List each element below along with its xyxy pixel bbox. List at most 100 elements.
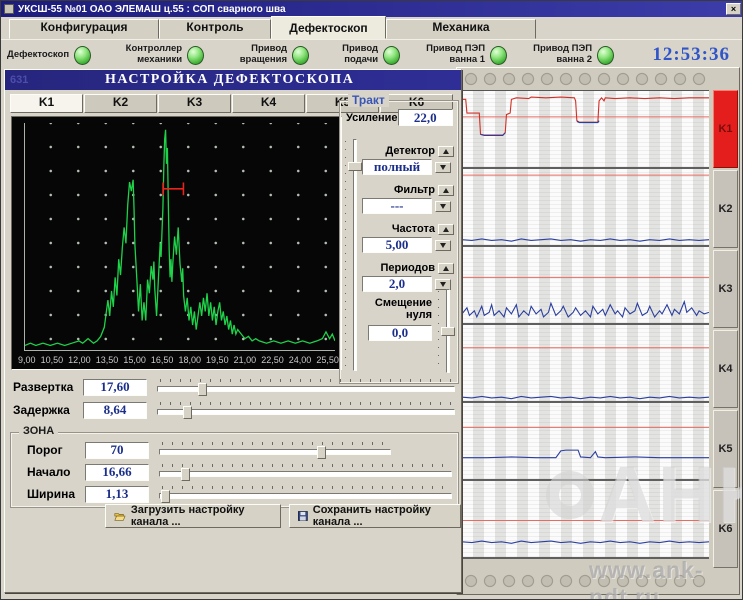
clock: 12:53:36 xyxy=(652,44,738,66)
tab-контроль[interactable]: Контроль xyxy=(159,19,271,39)
delay-label: Задержка xyxy=(13,403,83,417)
status-indicator: Привод ПЭП ванна 2 xyxy=(528,44,614,66)
ascan-x-tick-label: 16,50 xyxy=(151,355,174,367)
tab-дефектоскоп[interactable]: Дефектоскоп xyxy=(271,16,386,39)
gain-label: Усиление xyxy=(346,112,398,124)
ascan-x-tick-label: 13,50 xyxy=(96,355,119,367)
strip-trace-k4 xyxy=(462,325,709,401)
status-indicator-label: Привод подачи xyxy=(330,44,378,66)
channel-tab-k1[interactable]: K1 xyxy=(10,94,83,113)
zone-width-slider[interactable] xyxy=(159,486,452,503)
spin-down-icon[interactable] xyxy=(435,201,451,212)
window-title: УКСШ-55 №01 ОАО ЭЛЕМАШ ц.55 : СОП сварно… xyxy=(18,4,286,15)
ascan-x-tick-label: 21,00 xyxy=(234,355,257,367)
tab-конфигурация[interactable]: Конфигурация xyxy=(9,19,159,39)
zone-width-value[interactable]: 1,13 xyxy=(85,486,149,503)
strip-trace-k3 xyxy=(462,247,709,323)
ascan-display: 9,0010,5012,0013,5015,0016,5018,0019,502… xyxy=(11,116,342,370)
window-titlebar: УКСШ-55 №01 ОАО ЭЛЕМАШ ц.55 : СОП сварно… xyxy=(1,1,743,17)
channel-button-k1[interactable]: K1 xyxy=(713,90,738,168)
strip-k4 xyxy=(462,325,709,403)
ascan-x-tick-label: 19,50 xyxy=(206,355,229,367)
spin-up-icon[interactable] xyxy=(438,146,454,157)
sprocket-holes-bottom xyxy=(462,573,709,590)
status-indicator: Привод вращения xyxy=(225,44,309,66)
tract-field-1: Детектор полный xyxy=(362,145,454,175)
status-led-icon xyxy=(383,46,400,65)
status-bar: Дефектоскоп Контроллер механики Привод вра… xyxy=(1,40,743,70)
gain-row: Усиление 22,0 xyxy=(346,109,453,126)
strip-trace-k1 xyxy=(462,91,709,167)
stripchart-window: K1K2K3K4K5K6 xyxy=(456,67,740,595)
sweep-label: Развертка xyxy=(13,380,83,394)
channel-button-k6[interactable]: K6 xyxy=(713,490,738,568)
tract-field-label: Детектор xyxy=(385,145,435,157)
strip-k5 xyxy=(462,403,709,481)
zone-start-slider-thumb[interactable] xyxy=(181,468,190,481)
tract-field-value[interactable]: --- xyxy=(362,198,432,214)
gain-slider[interactable] xyxy=(345,139,363,371)
delay-slider[interactable] xyxy=(157,402,455,419)
tract-field-value[interactable]: 2,0 xyxy=(362,276,432,292)
spin-up-icon[interactable] xyxy=(438,185,454,196)
ascan-plot xyxy=(24,123,335,351)
channel-button-k2[interactable]: K2 xyxy=(713,170,738,248)
ascan-trace xyxy=(25,130,335,346)
zero-offset-value[interactable]: 0,0 xyxy=(368,325,432,341)
zone-threshold-slider-thumb[interactable] xyxy=(317,446,326,459)
channel-tab-k3[interactable]: K3 xyxy=(158,94,231,113)
app-icon xyxy=(4,4,14,14)
zero-offset-slider[interactable] xyxy=(438,289,456,373)
zone-start-value[interactable]: 16,66 xyxy=(85,464,149,481)
channel-tab-k2[interactable]: K2 xyxy=(84,94,157,113)
delay-slider-thumb[interactable] xyxy=(183,406,192,419)
spin-down-icon[interactable] xyxy=(435,279,451,290)
strip-trace-k6 xyxy=(462,481,709,557)
status-indicator-label: Привод ПЭП ванна 1 xyxy=(421,44,485,66)
spin-down-icon[interactable] xyxy=(435,162,451,173)
save-channel-settings-button[interactable]: Сохранить настройку канала ... xyxy=(289,504,461,528)
tract-field-label: Периодов xyxy=(380,262,435,274)
channel-button-k4[interactable]: K4 xyxy=(713,330,738,408)
spin-up-icon[interactable] xyxy=(438,224,454,235)
zone-threshold-label: Порог xyxy=(27,443,85,457)
channel-button-k3[interactable]: K3 xyxy=(713,250,738,328)
status-led-icon xyxy=(187,46,204,65)
load-channel-settings-button[interactable]: Загрузить настройку канала ... xyxy=(105,504,281,528)
status-indicator: Привод ПЭП ванна 1 xyxy=(421,44,507,66)
tract-field-value[interactable]: 5,00 xyxy=(362,237,432,253)
status-indicator-label: Контроллер механики xyxy=(112,44,182,66)
spin-up-icon[interactable] xyxy=(438,263,454,274)
zone-threshold-value[interactable]: 70 xyxy=(85,442,149,459)
status-indicator-label: Привод ПЭП ванна 2 xyxy=(528,44,592,66)
sweep-value[interactable]: 17,60 xyxy=(83,379,147,396)
gain-slider-thumb[interactable] xyxy=(348,162,362,171)
close-icon[interactable]: × xyxy=(726,3,741,15)
delay-value[interactable]: 8,64 xyxy=(83,402,147,419)
strip-trace-k2 xyxy=(462,169,709,245)
ascan-x-tick-label: 22,50 xyxy=(261,355,284,367)
channel-tab-k4[interactable]: K4 xyxy=(232,94,305,113)
zero-offset-slider-thumb[interactable] xyxy=(441,327,455,336)
panel-title: НАСТРОЙКА ДЕФЕКТОСКОПА xyxy=(28,72,431,88)
stripchart-channel-buttons: K1K2K3K4K5K6 xyxy=(713,90,738,570)
sweep-slider-thumb[interactable] xyxy=(198,383,207,396)
status-indicator-label: Дефектоскоп xyxy=(7,50,69,61)
save-floppy-icon xyxy=(298,510,308,522)
zone-width-slider-thumb[interactable] xyxy=(161,490,170,503)
tract-field-4: Периодов 2,0 xyxy=(362,262,454,292)
status-led-icon xyxy=(490,46,507,65)
status-indicator: Дефектоскоп xyxy=(7,46,91,65)
channel-button-k5[interactable]: K5 xyxy=(713,410,738,488)
tract-field-value[interactable]: полный xyxy=(362,159,432,175)
tab-механика[interactable]: Механика xyxy=(386,19,536,39)
sweep-slider[interactable] xyxy=(157,379,455,396)
zone-start-slider[interactable] xyxy=(159,464,452,481)
stripchart-strips xyxy=(462,90,709,572)
ascan-waveform xyxy=(25,123,335,350)
spin-down-icon[interactable] xyxy=(435,240,451,251)
zone-threshold-slider[interactable] xyxy=(159,442,391,459)
strip-k2 xyxy=(462,169,709,247)
status-led-icon xyxy=(74,46,91,65)
gain-value[interactable]: 22,0 xyxy=(398,109,453,126)
